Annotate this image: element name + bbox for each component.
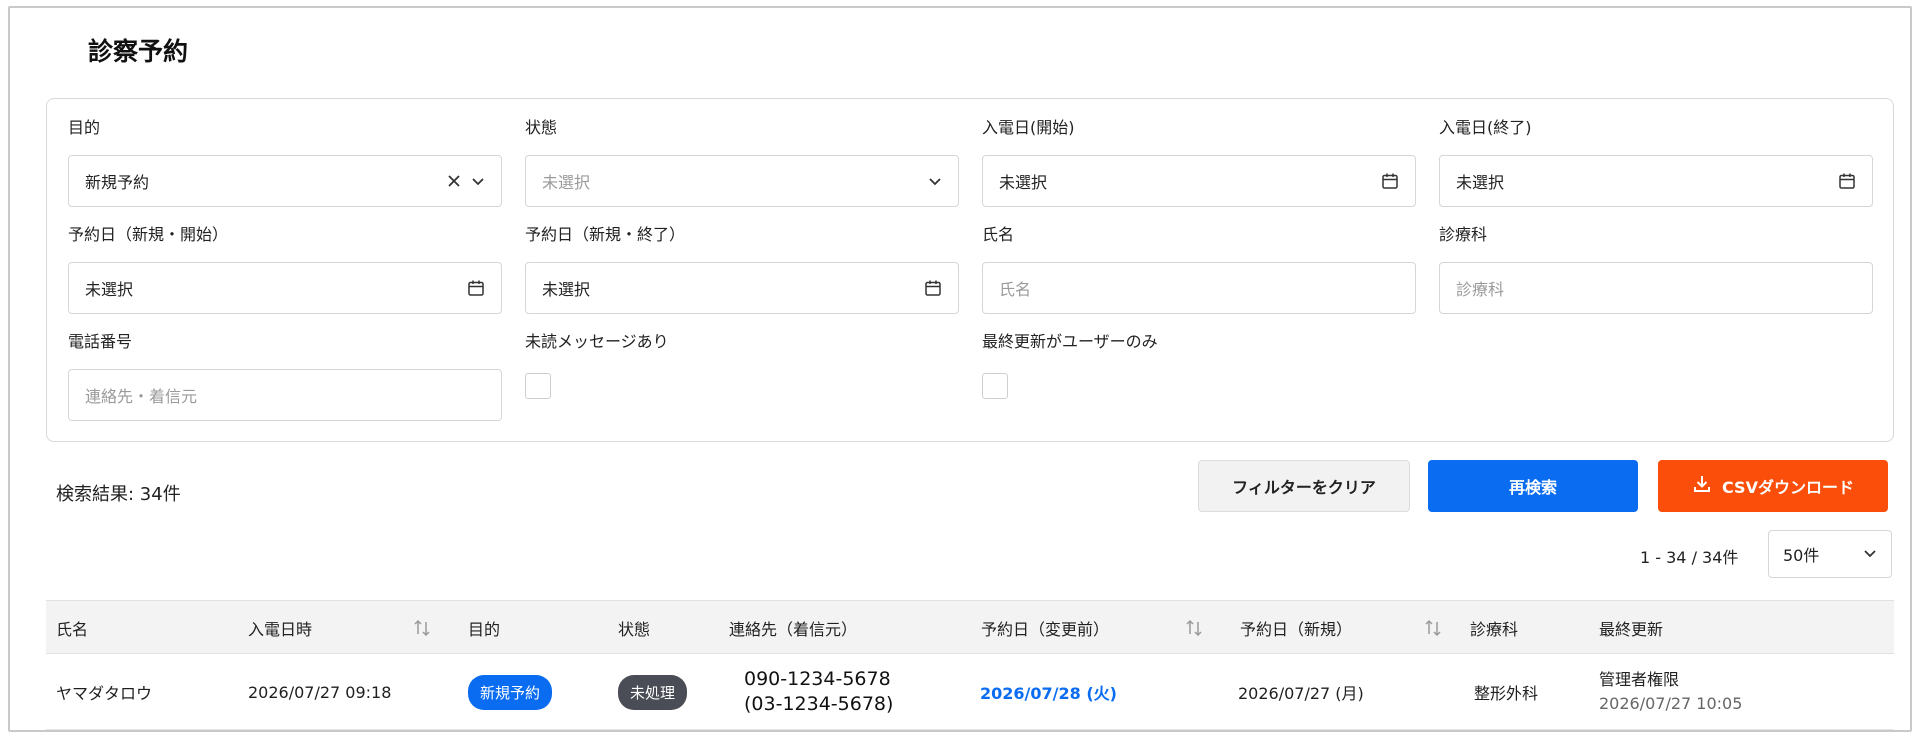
updated-by: 管理者権限 — [1599, 670, 1680, 689]
clear-filters-button[interactable]: フィルターをクリア — [1198, 460, 1410, 512]
booking-start-date-picker[interactable]: 未選択 — [68, 262, 502, 314]
filter-unread: 未読メッセージあり — [525, 329, 959, 399]
calendar-icon[interactable] — [1838, 172, 1856, 190]
phone-input[interactable]: 連絡先・着信元 — [68, 369, 502, 421]
cell-booking-before: 2026/07/28 (火) — [980, 654, 1117, 730]
header-updated: 最終更新 — [1599, 620, 1664, 639]
header-booking-new: 予約日（新規） — [1240, 620, 1353, 639]
filter-call-end: 入電日(終了) 未選択 — [1439, 115, 1873, 207]
pagination-info: 1 - 34 / 34件 — [1640, 548, 1739, 567]
table-header: 氏名 入電日時 目的 状態 連絡先（着信元） 予約日（変更前） 予約日（新規） … — [46, 600, 1894, 654]
header-status: 状態 — [618, 620, 651, 639]
cell-updated: 管理者権限 2026/07/27 10:05 — [1599, 654, 1742, 730]
call-end-date-picker[interactable]: 未選択 — [1439, 155, 1873, 207]
appointments-table: 氏名 入電日時 目的 状態 連絡先（着信元） 予約日（変更前） 予約日（新規） … — [46, 600, 1894, 730]
filter-purpose-label: 目的 — [68, 118, 101, 137]
page-title: 診察予約 — [88, 37, 189, 66]
filter-call-start: 入電日(開始) 未選択 — [982, 115, 1416, 207]
filter-name-label: 氏名 — [982, 225, 1015, 244]
name-input[interactable]: 氏名 — [982, 262, 1416, 314]
updated-at: 2026/07/27 10:05 — [1599, 694, 1743, 713]
cell-booking-new: 2026/07/27 (月) — [1238, 684, 1364, 703]
filter-department-label: 診療科 — [1439, 225, 1488, 244]
filter-booking-end: 予約日（新規・終了） 未選択 — [525, 222, 959, 314]
cell-department: 整形外科 — [1474, 684, 1539, 703]
filter-call-end-label: 入電日(終了) — [1439, 118, 1532, 137]
caller-number: (03-1234-5678) — [744, 693, 894, 715]
header-call-time: 入電日時 — [248, 620, 313, 639]
purpose-select-value: 新規予約 — [85, 173, 150, 192]
calendar-icon[interactable] — [924, 279, 942, 297]
sort-icon[interactable] — [1184, 618, 1204, 642]
cell-contact: 090-1234-5678 (03-1234-5678) — [744, 654, 893, 730]
name-input-placeholder: 氏名 — [999, 280, 1032, 299]
department-input[interactable]: 診療科 — [1439, 262, 1873, 314]
booking-end-value: 未選択 — [542, 280, 591, 299]
call-start-value: 未選択 — [999, 173, 1048, 192]
chevron-down-icon — [1863, 545, 1877, 564]
filter-phone: 電話番号 連絡先・着信元 — [68, 329, 502, 421]
filter-purpose: 目的 新規予約 — [68, 115, 502, 207]
csv-download-label: CSVダウンロード — [1722, 478, 1854, 497]
app-window: 診察予約 目的 新規予約 状態 未選択 入電日(開始) 未選択 入電日(終了) … — [8, 6, 1912, 732]
search-button[interactable]: 再検索 — [1428, 460, 1638, 512]
purpose-badge: 新規予約 — [468, 674, 553, 710]
contact-number: 090-1234-5678 — [744, 668, 891, 690]
cell-name: ヤマダタロウ — [56, 684, 153, 703]
booking-start-value: 未選択 — [85, 280, 134, 299]
user-only-checkbox[interactable] — [982, 373, 1008, 399]
filter-call-start-label: 入電日(開始) — [982, 118, 1075, 137]
filter-panel: 目的 新規予約 状態 未選択 入電日(開始) 未選択 入電日(終了) 未選択 予… — [46, 98, 1894, 442]
booking-before-link[interactable]: 2026/07/28 (火) — [980, 680, 1117, 704]
csv-download-button[interactable]: CSVダウンロード — [1658, 460, 1888, 512]
sort-icon[interactable] — [412, 618, 432, 642]
calendar-icon[interactable] — [467, 279, 485, 297]
filter-unread-label: 未読メッセージあり — [525, 332, 669, 351]
department-input-placeholder: 診療科 — [1456, 280, 1505, 299]
filter-booking-start: 予約日（新規・開始） 未選択 — [68, 222, 502, 314]
chevron-down-icon[interactable] — [471, 174, 485, 188]
header-booking-before: 予約日（変更前） — [981, 620, 1110, 639]
call-end-value: 未選択 — [1456, 173, 1505, 192]
purpose-select[interactable]: 新規予約 — [68, 155, 502, 207]
cell-purpose: 新規予約 — [468, 654, 553, 730]
header-name: 氏名 — [56, 620, 89, 639]
filter-user-only-label: 最終更新がユーザーのみ — [982, 332, 1158, 351]
header-contact: 連絡先（着信元） — [729, 620, 858, 639]
calendar-icon[interactable] — [1381, 172, 1399, 190]
status-select-placeholder: 未選択 — [542, 173, 591, 192]
filter-status: 状態 未選択 — [525, 115, 959, 207]
per-page-value: 50件 — [1783, 546, 1820, 565]
booking-end-date-picker[interactable]: 未選択 — [525, 262, 959, 314]
filter-name: 氏名 氏名 — [982, 222, 1416, 314]
clear-icon[interactable] — [447, 174, 461, 188]
filter-phone-label: 電話番号 — [68, 332, 133, 351]
per-page-select[interactable]: 50件 — [1768, 530, 1892, 578]
download-icon — [1692, 474, 1712, 498]
sort-icon[interactable] — [1423, 618, 1443, 642]
cell-call-time: 2026/07/27 09:18 — [248, 682, 392, 702]
filter-booking-start-label: 予約日（新規・開始） — [68, 225, 229, 244]
clear-filters-label: フィルターをクリア — [1232, 478, 1376, 497]
cell-status: 未処理 — [618, 654, 688, 730]
status-badge: 未処理 — [618, 674, 688, 710]
result-count: 検索結果: 34件 — [56, 484, 181, 505]
filter-status-label: 状態 — [525, 118, 558, 137]
phone-input-placeholder: 連絡先・着信元 — [85, 387, 198, 406]
unread-checkbox[interactable] — [525, 373, 551, 399]
call-start-date-picker[interactable]: 未選択 — [982, 155, 1416, 207]
table-row[interactable]: ヤマダタロウ 2026/07/27 09:18 新規予約 未処理 090-123… — [46, 654, 1894, 730]
filter-booking-end-label: 予約日（新規・終了） — [525, 225, 686, 244]
header-department: 診療科 — [1470, 620, 1519, 639]
header-purpose: 目的 — [468, 620, 501, 639]
filter-user-only: 最終更新がユーザーのみ — [982, 329, 1416, 399]
search-button-label: 再検索 — [1508, 478, 1557, 497]
chevron-down-icon[interactable] — [928, 174, 942, 188]
status-select[interactable]: 未選択 — [525, 155, 959, 207]
filter-department: 診療科 診療科 — [1439, 222, 1873, 314]
